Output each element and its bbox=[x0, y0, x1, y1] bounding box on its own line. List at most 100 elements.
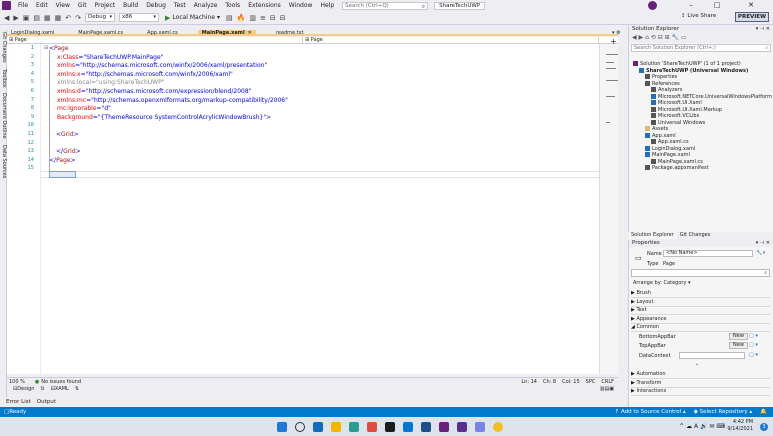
property-category[interactable]: ▶ Automation bbox=[631, 371, 770, 379]
search-icon[interactable] bbox=[295, 421, 305, 432]
nav-dropdown-left[interactable]: ⊞ Page bbox=[7, 37, 303, 44]
bookmark-next-icon[interactable]: ⊟ bbox=[280, 14, 286, 22]
tab-git-changes[interactable]: Git Changes bbox=[677, 232, 714, 239]
tab-error-list[interactable]: Error List bbox=[6, 399, 31, 405]
fold-toggle-icon[interactable]: ⊟ bbox=[44, 45, 48, 51]
document-tab[interactable]: readme.txt bbox=[272, 30, 308, 36]
document-tab[interactable]: MainPage.xaml.cs bbox=[74, 30, 127, 36]
redo-icon[interactable]: ↷ bbox=[75, 14, 81, 22]
notification-badge[interactable]: 3 bbox=[760, 423, 768, 431]
name-field[interactable]: <No Name> bbox=[663, 250, 753, 257]
expand-more-icon[interactable]: ⌄ bbox=[695, 361, 699, 367]
configuration-dropdown[interactable]: Debug ▾ bbox=[85, 13, 116, 22]
teams-icon[interactable] bbox=[457, 421, 467, 432]
forward-icon[interactable]: ▶ bbox=[13, 14, 18, 22]
preview-icon[interactable]: ▭ bbox=[681, 34, 687, 41]
property-category[interactable]: ◢ Common bbox=[631, 324, 770, 332]
tab-output[interactable]: Output bbox=[37, 399, 56, 405]
whitespace-mode[interactable]: SPC bbox=[586, 379, 596, 385]
collapse-icon[interactable]: ⊟ bbox=[658, 34, 665, 41]
minimize-button[interactable]: – bbox=[680, 0, 702, 11]
new-file-icon[interactable]: ▣ bbox=[23, 14, 30, 22]
terminal-icon[interactable] bbox=[385, 421, 395, 432]
properties-icon[interactable]: 🔧 bbox=[672, 34, 681, 41]
property-category[interactable]: ▶ Appearance bbox=[631, 316, 770, 324]
edge-icon[interactable] bbox=[349, 421, 359, 432]
file-explorer-icon[interactable] bbox=[331, 421, 341, 432]
panel-controls-icon[interactable]: ▾ ⊣ ✕ bbox=[756, 26, 770, 33]
property-category[interactable]: ▶ Text bbox=[631, 307, 770, 315]
hot-reload-icon[interactable]: 🔥 bbox=[237, 14, 246, 22]
property-category[interactable]: ▶ Transform bbox=[631, 380, 770, 388]
vertical-scrollbar[interactable] bbox=[599, 44, 618, 374]
swap-icon[interactable]: ⇅ bbox=[40, 386, 44, 392]
property-category[interactable]: ▶ Layout bbox=[631, 299, 770, 307]
platform-dropdown[interactable]: x86 ▾ bbox=[119, 13, 160, 22]
browser-link-icon[interactable]: ▤ bbox=[226, 14, 233, 22]
menu-item-tools[interactable]: Tools bbox=[221, 0, 244, 11]
line-ending[interactable]: CRLF bbox=[601, 379, 614, 385]
visual-studio-icon[interactable] bbox=[439, 421, 449, 432]
maximize-button[interactable]: □ bbox=[706, 0, 728, 11]
tab-overflow-icon[interactable]: ▾ ⚙ bbox=[612, 30, 621, 36]
menu-item-debug[interactable]: Debug bbox=[142, 0, 170, 11]
comment-icon[interactable]: ≡ bbox=[260, 14, 266, 22]
swap-panes-icon[interactable]: ⇅ bbox=[75, 386, 79, 392]
new-button[interactable]: New bbox=[729, 342, 748, 349]
property-marker-icon[interactable]: ▢ ▾ bbox=[749, 333, 758, 339]
menu-item-project[interactable]: Project bbox=[91, 0, 120, 11]
account-avatar[interactable] bbox=[648, 1, 657, 10]
menu-item-help[interactable]: Help bbox=[316, 0, 338, 11]
tab-solution-explorer[interactable]: Solution Explorer bbox=[628, 232, 677, 239]
document-tab[interactable]: MainPage.xaml ✕ bbox=[197, 30, 256, 36]
nav-dropdown-right[interactable]: ⊞ Page bbox=[303, 37, 599, 44]
solution-explorer-search[interactable]: Search Solution Explorer (Ctrl+;) ⌕ bbox=[631, 44, 771, 52]
design-tab[interactable]: Design bbox=[17, 386, 34, 392]
add-source-control[interactable]: ↑ Add to Source Control ▴ bbox=[615, 409, 686, 415]
menu-item-git[interactable]: Git bbox=[74, 0, 91, 11]
start-icon[interactable] bbox=[277, 421, 287, 432]
tree-node[interactable]: Package.appxmanifest bbox=[645, 165, 709, 172]
split-view-icons[interactable]: ▥▤▣ bbox=[600, 386, 614, 392]
panel-controls-icon[interactable]: ▾ ⊣ ✕ bbox=[756, 240, 770, 247]
property-marker-icon[interactable]: ▢ ▾ bbox=[749, 352, 758, 358]
search-input[interactable]: Search (Ctrl+Q) ⌕ bbox=[342, 1, 429, 10]
clock[interactable]: 4:42 PM 9/14/2021 bbox=[727, 419, 753, 433]
document-tab[interactable]: LoginDialog.xaml bbox=[7, 30, 58, 36]
menu-item-file[interactable]: File bbox=[14, 0, 32, 11]
notifications-icon[interactable]: 🔔 bbox=[760, 409, 767, 415]
save-all-icon[interactable]: ▦ bbox=[55, 14, 62, 22]
menu-item-extensions[interactable]: Extensions bbox=[244, 0, 285, 11]
issues-status[interactable]: No issues found bbox=[41, 379, 81, 385]
menu-item-view[interactable]: View bbox=[52, 0, 74, 11]
sync-icon[interactable]: ⟲ bbox=[651, 34, 658, 41]
task-view-icon[interactable] bbox=[313, 421, 323, 432]
save-icon[interactable]: ▦ bbox=[44, 14, 51, 22]
close-tab-icon[interactable]: ✕ bbox=[248, 30, 252, 36]
open-icon[interactable]: ▤ bbox=[33, 14, 40, 22]
store-icon[interactable] bbox=[421, 421, 431, 432]
new-button[interactable]: New bbox=[729, 332, 748, 340]
property-category[interactable]: ▶ Interactions bbox=[631, 388, 770, 396]
back-icon[interactable]: ◀ bbox=[4, 14, 9, 22]
show-all-icon[interactable]: ⊞ bbox=[665, 34, 672, 41]
wrench-icon[interactable]: 🔧⚡ bbox=[756, 250, 766, 256]
property-category[interactable]: ▶ Brush bbox=[631, 290, 770, 298]
zoom-level[interactable]: 100 % bbox=[9, 379, 25, 385]
system-tray-icons[interactable]: ^ ☁ A 🔊 ✉ ⌨ bbox=[679, 423, 725, 430]
document-tab[interactable]: App.xaml.cs bbox=[143, 30, 182, 36]
preview-badge[interactable]: PREVIEW bbox=[735, 12, 769, 22]
property-search[interactable]: ⌕ bbox=[631, 269, 770, 277]
menu-item-build[interactable]: Build bbox=[119, 0, 142, 11]
menu-item-test[interactable]: Test bbox=[170, 0, 190, 11]
menu-item-analyze[interactable]: Analyze bbox=[190, 0, 222, 11]
vscode-icon[interactable] bbox=[403, 421, 413, 432]
arrange-by[interactable]: Arrange by: Category ▾ bbox=[633, 280, 691, 286]
xaml-tab[interactable]: XAML bbox=[55, 386, 69, 392]
menu-item-edit[interactable]: Edit bbox=[32, 0, 52, 11]
close-window-button[interactable]: ✕ bbox=[740, 0, 762, 11]
undo-icon[interactable]: ↶ bbox=[65, 14, 71, 22]
property-marker-icon[interactable]: ▢ ▾ bbox=[749, 342, 758, 348]
menu-item-window[interactable]: Window bbox=[285, 0, 317, 11]
mail-icon[interactable] bbox=[475, 421, 485, 432]
